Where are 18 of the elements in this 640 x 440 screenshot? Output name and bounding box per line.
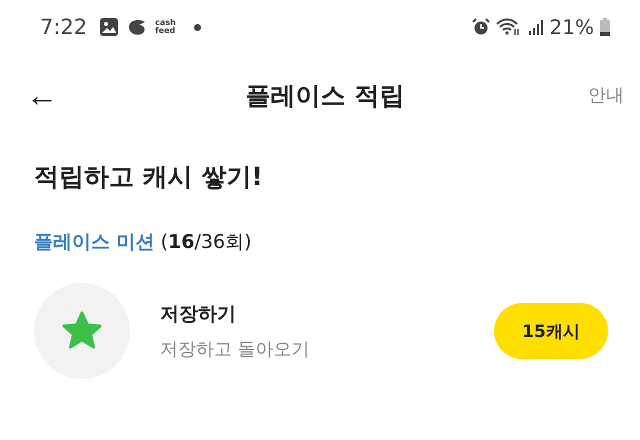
mission-title: 플레이스 미션: [34, 230, 155, 255]
guide-link[interactable]: 안내: [588, 83, 624, 107]
reward-button[interactable]: 15캐시: [494, 303, 608, 359]
battery-icon: [600, 18, 610, 36]
page-title: 플레이스 적립: [246, 80, 404, 112]
task-title: 저장하기: [160, 302, 237, 327]
app-logo-text: cash feed: [155, 19, 176, 35]
task-subtitle: 저장하고 돌아오기: [160, 338, 311, 361]
alarm-icon: [472, 18, 490, 36]
signal-icon: [528, 18, 544, 36]
mission-count: (16/36회): [160, 230, 252, 255]
wifi-icon: [496, 18, 522, 36]
notification-dot-icon: [194, 24, 201, 30]
status-time: 7:22: [40, 15, 88, 39]
image-icon: [99, 17, 120, 37]
back-button[interactable]: ←: [22, 76, 62, 114]
headline: 적립하고 캐시 쌓기!: [33, 161, 264, 193]
battery-percent: 21%: [550, 15, 594, 39]
